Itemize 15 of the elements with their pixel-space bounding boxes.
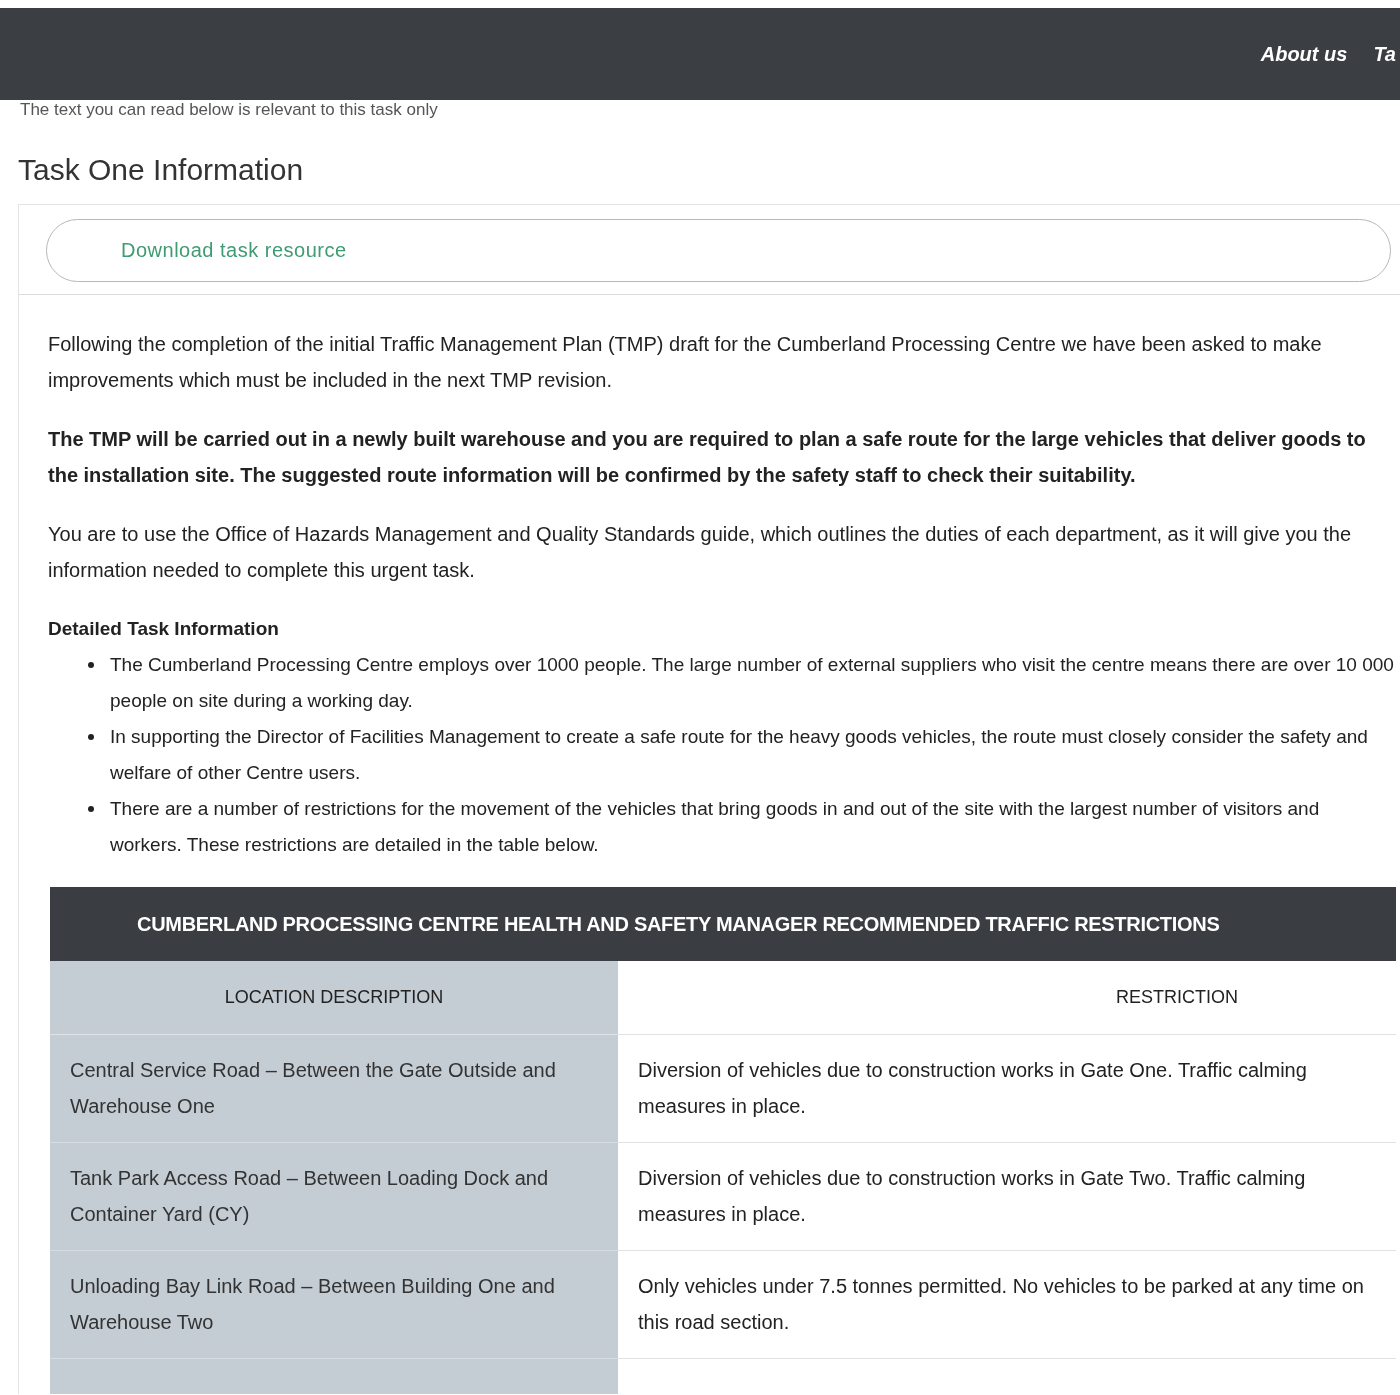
section-title: Task One Information xyxy=(18,152,305,188)
intro-text: The text you can read below is relevant to this task only xyxy=(20,100,439,120)
paragraph: You are to use the Office of Hazards Management and Quality Standards guide, which outlines the duties of each department, as it will give you the information needed to complete this urgent task. xyxy=(48,522,1352,583)
paragraph: The TMP will be carried out in a newly built warehouse and you are required to plan a safe route for the large vehicles that deliver goods to the installation site. The suggested route information will be confirmed by the safety staff to check their suitability. xyxy=(48,427,1367,488)
bullet-text: In supporting the Director of Facilities Management to create a safe route for the heavy goods vehicles, the route must closely consider the safety and welfare of other Centre users. xyxy=(110,725,1369,785)
nav-link[interactable]: About us xyxy=(1260,42,1348,66)
bullet-icon xyxy=(88,662,94,668)
bullet-icon xyxy=(88,806,94,812)
bullet-text: The Cumberland Processing Centre employs over 1000 people. The large number of external suppliers who visit the centre means there are over 10 000 people on site during a working day. xyxy=(110,653,1395,713)
details-heading: Detailed Task Information xyxy=(48,617,280,641)
table-title: CUMBERLAND PROCESSING CENTRE HEALTH AND SAFETY MANAGER RECOMMENDED TRAFFIC RESTRICTIONS xyxy=(50,887,1396,961)
bullet-icon xyxy=(88,734,94,740)
bullet-text: There are a number of restrictions for the movement of the vehicles that bring goods in and out of the site with the largest number of visitors and workers. These restrictions are detailed in the table below. xyxy=(110,797,1321,857)
paragraph: Following the completion of the initial Traffic Management Plan (TMP) draft for the Cumberland Processing Centre we have been asked to make improvements which must be included in the next TMP revision. xyxy=(48,332,1323,393)
nav-link[interactable]: Ta xyxy=(1373,42,1396,66)
